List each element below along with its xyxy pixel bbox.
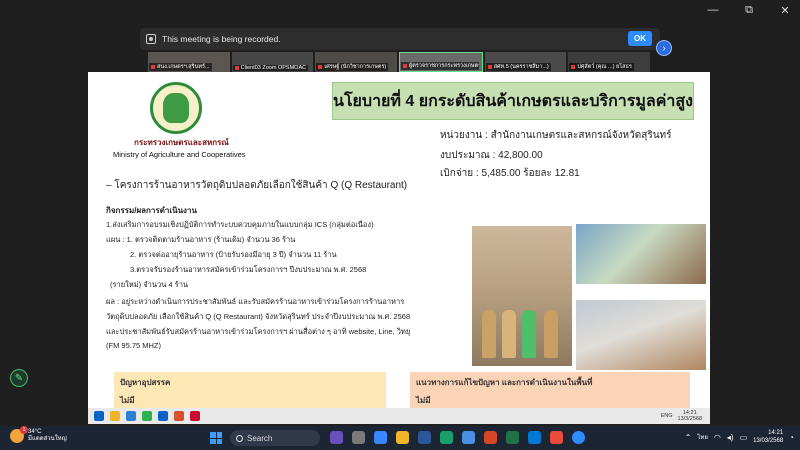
taskbar-clock[interactable]: 14:21 13/03/2568 (753, 429, 783, 445)
taskbar: 1 34°C มีแดดส่วนใหญ่ Search ⌃ ไทย ◠ ◂) ▭… (0, 426, 800, 450)
teams-icon[interactable] (330, 431, 343, 444)
plan-line: แผน : 1. ตรวจติดตามร้านอาหาร (ร้านเดิม) … (106, 235, 296, 244)
annotate-pen-icon[interactable]: ✎ (10, 369, 28, 387)
agency-text: หน่วยงาน : สำนักงานเกษตรและสหกรณ์จังหวัด… (440, 130, 672, 141)
result-line: (FM 95.75 MHZ) (106, 341, 162, 350)
shared-screen-taskbar: ENG 14:21 13/3/2568 (88, 408, 710, 424)
participant-name: ผู้ตรวจราชการกระทรวงเกษตรฯ (401, 62, 480, 70)
wifi-icon[interactable]: ◠ (714, 433, 721, 442)
problems-value: ไม่มี (120, 396, 135, 405)
problems-heading: ปัญหาอุปสรรค (120, 378, 171, 387)
org-name-thai: กระทรวงเกษตรและสหกรณ์ (134, 138, 229, 147)
slide-title: นโยบายที่ 4 ยกระดับสินค้าเกษตรและบริการม… (332, 82, 694, 120)
participant-tile[interactable]: สนง.เกษตรฯ.สุรินทร์... (148, 52, 230, 72)
sun-icon: 1 (10, 426, 28, 443)
plan-line: 3.ตรวจรับรองร้านอาหารสมัครเข้าร่วมโครงกา… (130, 265, 367, 274)
recording-text: This meeting is being recorded. (162, 34, 281, 44)
ministry-logo (150, 82, 202, 134)
group-photo (472, 226, 572, 366)
excel-icon[interactable] (506, 431, 519, 444)
participant-tile[interactable]: สศท.5 (นครราชสีมา...) (484, 52, 567, 72)
shared-slide: กระทรวงเกษตรและสหกรณ์ Ministry of Agricu… (88, 72, 710, 408)
powerpoint-icon (174, 411, 184, 421)
search-box[interactable]: Search (230, 430, 320, 446)
participant-tile[interactable]: Client03 Zoom OPSMOAC (231, 52, 314, 72)
ok-button[interactable]: OK (628, 31, 652, 46)
result-line: และประชาสัมพันธ์รับสมัครร้านอาหารเข้าร่ว… (106, 327, 411, 336)
meeting-photo (576, 224, 706, 284)
close-button[interactable]: ✕ (778, 4, 792, 17)
volume-icon[interactable]: ◂) (727, 433, 734, 442)
participant-tile[interactable]: ปศุสัตว์ (คุณ ...) ยโสธร (568, 52, 651, 72)
windows-icon (94, 411, 104, 421)
plan-line: (รายใหม่) จำนวน 4 ร้าน (110, 280, 189, 289)
screen: — ⧉ ✕ This meeting is being recorded. OK… (0, 0, 800, 450)
minimize-button[interactable]: — (706, 4, 720, 17)
restore-button[interactable]: ⧉ (742, 4, 756, 17)
file-explorer-icon[interactable] (396, 431, 409, 444)
notification-badge: 1 (20, 426, 28, 434)
chevron-up-icon[interactable]: ⌃ (685, 433, 692, 442)
participant-name: ปศุสัตว์ (คุณ ...) ยโสธร (569, 63, 634, 71)
chevron-right-icon[interactable]: › (656, 40, 672, 56)
office-photo (576, 300, 706, 370)
window-controls: — ⧉ ✕ (706, 4, 792, 17)
shared-lang: ENG (660, 413, 673, 419)
outlook-icon (158, 411, 168, 421)
recording-banner: This meeting is being recorded. OK (140, 28, 660, 50)
solutions-value: ไม่มี (416, 396, 431, 405)
chrome-icon[interactable] (462, 431, 475, 444)
edge-icon[interactable] (440, 431, 453, 444)
powerpoint-icon[interactable] (484, 431, 497, 444)
photos-icon[interactable] (352, 431, 365, 444)
search-label: Search (247, 433, 273, 443)
budget-text: งบประมาณ : 42,800.00 (440, 150, 543, 161)
zoom-icon[interactable] (572, 431, 585, 444)
outlook-icon[interactable] (528, 431, 541, 444)
pdf-icon[interactable] (550, 431, 563, 444)
plan-line: 2. ตรวจต่ออายุร้านอาหาร (ป้ายรับรองมีอาย… (130, 250, 337, 259)
participant-name: สนง.เกษตรฯ.สุรินทร์... (149, 63, 212, 71)
start-button[interactable] (210, 432, 222, 444)
recording-icon (146, 34, 156, 44)
participant-tile[interactable]: เศรษฐ์ (นักวิชาการเกษตร) (315, 52, 398, 72)
activity-line: 1.ส่งเสริมการอบรมเชิงปฏิบัติการทำระบบควบ… (106, 220, 374, 229)
search-icon (236, 434, 243, 442)
system-tray: ⌃ ไทย ◠ ◂) ▭ 14:21 13/03/2568 ◔ (685, 429, 794, 445)
solutions-box: แนวทางการแก้ไขปัญหา และการดำเนินงานในพื้… (410, 372, 690, 408)
clock-time: 14:21 (768, 430, 784, 436)
participant-tile-active[interactable]: ผู้ตรวจราชการกระทรวงเกษตรฯ (399, 52, 483, 72)
problems-box: ปัญหาอุปสรรค ไม่มี (114, 372, 386, 408)
result-line: ผล : อยู่ระหว่างดำเนินการประชาสัมพันธ์ แ… (106, 297, 405, 306)
participant-name: สศท.5 (นครราชสีมา...) (485, 63, 551, 71)
result-line: วัตถุดิบปลอดภัย เลือกใช้สินค้า Q (Q Rest… (106, 312, 411, 321)
weather-text: มีแดดส่วนใหญ่ (28, 436, 67, 442)
edge-icon (126, 411, 136, 421)
clock-date: 13/03/2568 (753, 438, 784, 444)
chrome-icon (142, 411, 152, 421)
participant-name: เศรษฐ์ (นักวิชาการเกษตร) (316, 63, 389, 71)
temperature: 34°C (28, 429, 42, 435)
shared-clock: 14:21 13/3/2568 (678, 410, 702, 422)
shared-date: 13/3/2568 (677, 416, 702, 422)
copilot-icon[interactable] (374, 431, 387, 444)
explorer-icon (110, 411, 120, 421)
shared-tray: ENG 14:21 13/3/2568 (661, 410, 702, 422)
battery-icon[interactable]: ▭ (740, 433, 748, 442)
pinned-apps (330, 431, 585, 444)
weather-widget[interactable]: 1 34°C มีแดดส่วนใหญ่ (10, 426, 67, 443)
org-name-english: Ministry of Agriculture and Cooperatives (113, 150, 246, 159)
participant-strip: สนง.เกษตรฯ.สุรินทร์... Client03 Zoom OPS… (148, 52, 651, 72)
input-language[interactable]: ไทย (697, 432, 708, 442)
participant-name: Client03 Zoom OPSMOAC (232, 65, 309, 71)
notifications-bell-icon[interactable]: ◔ (789, 433, 794, 442)
spent-text: เบิกจ่าย : 5,485.00 ร้อยละ 12.81 (440, 168, 580, 179)
solutions-heading: แนวทางการแก้ไขปัญหา และการดำเนินงานในพื้… (416, 378, 593, 387)
word-icon[interactable] (418, 431, 431, 444)
pdf-icon (190, 411, 200, 421)
project-title: – โครงการร้านอาหารวัตถุดิบปลอดภัยเลือกใช… (106, 180, 408, 191)
activities-heading: กิจกรรม/ผลการดำเนินงาน (106, 206, 197, 215)
